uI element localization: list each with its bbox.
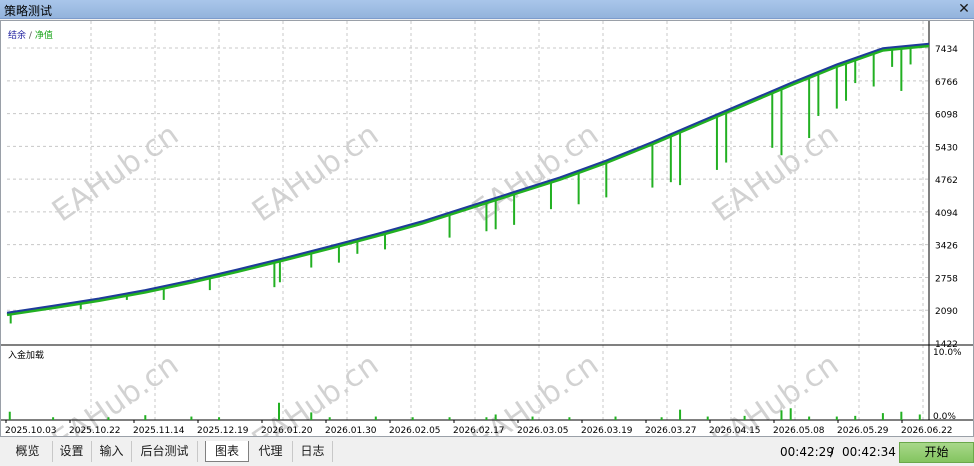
y-tick-label-3: 3426 — [935, 242, 958, 252]
tab-5[interactable]: 代理 — [249, 441, 293, 462]
y-tick-label-8: 6766 — [935, 78, 958, 88]
legend-separator: / — [28, 31, 32, 41]
start-button[interactable]: 开始 — [899, 442, 974, 463]
time-separator: / — [830, 445, 835, 459]
x-tick-label-7: 2026.02.17 — [453, 426, 505, 436]
tab-1[interactable]: 设置 — [52, 441, 92, 462]
tab-3[interactable]: 后台测试 — [132, 441, 198, 462]
tab-4[interactable]: 图表 — [205, 441, 249, 462]
balance-legend-label: 结余 — [8, 31, 27, 41]
bottom-toolbar: 概览 设置 输入 后台测试 图表 代理 日志 00:42:29 / 00:42:34 开始 — [0, 440, 974, 466]
tab-0[interactable]: 概览 — [3, 441, 53, 462]
x-tick-label-11: 2026.04.15 — [709, 426, 761, 436]
tab-2[interactable]: 输入 — [92, 441, 132, 462]
chart-canvas[interactable]: EAHub.cn EAHub.cn EAHub.cn EAHub.cnEAHub.cn… — [1, 21, 973, 436]
deposit-load-title: 入金加载 — [8, 351, 45, 361]
x-tick-label-3: 2025.12.19 — [197, 426, 249, 436]
x-tick-label-5: 2026.01.30 — [325, 426, 377, 436]
title-bar: 策略测试 ✕ — [0, 0, 974, 19]
y-tick-label-6: 5430 — [935, 143, 958, 153]
sub-y-tick-bottom: 0.0% — [933, 412, 956, 422]
window-title: 策略测试 — [4, 4, 53, 18]
x-tick-label-9: 2026.03.19 — [581, 426, 633, 436]
watermark-4: EAHub.cn — [46, 347, 185, 436]
watermark-6: EAHub.cn — [466, 347, 605, 436]
watermark-5: EAHub.cn — [246, 347, 385, 436]
x-tick-label-12: 2026.05.08 — [773, 426, 825, 436]
x-tick-label-14: 2026.06.22 — [901, 426, 953, 436]
elapsed-time: 00:42:29 — [780, 445, 834, 459]
x-tick-label-1: 2025.10.22 — [69, 426, 121, 436]
x-tick-label-0: 2025.10.03 — [5, 426, 57, 436]
y-tick-label-4: 4094 — [935, 209, 958, 219]
total-time: 00:42:34 — [842, 445, 896, 459]
tab-6[interactable]: 日志 — [293, 441, 333, 462]
x-tick-label-6: 2026.02.05 — [389, 426, 441, 436]
sub-y-tick-top: 10.0% — [933, 348, 962, 358]
y-tick-label-2: 2758 — [935, 274, 958, 284]
equity-legend-label: 净值 — [34, 31, 53, 41]
chart-area[interactable]: EAHub.cn EAHub.cn EAHub.cn EAHub.cn EAHub.cn… — [0, 20, 974, 437]
x-tick-label-2: 2025.11.14 — [133, 426, 185, 436]
x-tick-label-8: 2026.03.05 — [517, 426, 569, 436]
x-tick-label-13: 2026.05.29 — [837, 426, 889, 436]
close-button[interactable]: ✕ — [954, 0, 974, 19]
watermark-7: EAHub.cn — [706, 347, 845, 436]
main-chart-legend: 结余 / 净值 — [8, 28, 53, 41]
y-tick-label-7: 6098 — [935, 111, 958, 121]
y-tick-label-9: 7434 — [935, 45, 958, 55]
y-tick-label-1: 2090 — [935, 307, 958, 317]
y-tick-label-5: 4762 — [935, 176, 958, 186]
x-tick-label-10: 2026.03.27 — [645, 426, 697, 436]
x-tick-label-4: 2026.01.20 — [261, 426, 313, 436]
